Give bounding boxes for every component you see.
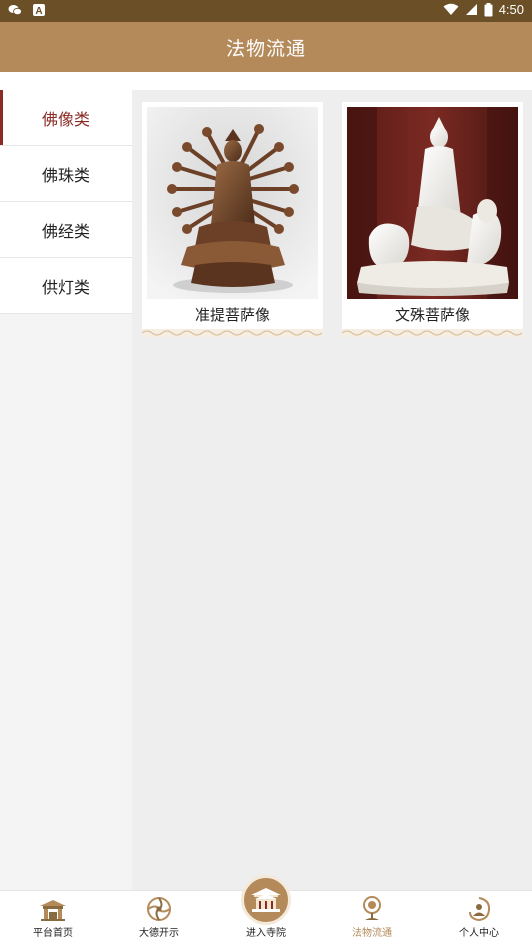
battery-icon xyxy=(484,2,493,16)
sidebar-item-prayer-beads[interactable]: 佛珠类 xyxy=(0,146,132,202)
tab-label: 大德开示 xyxy=(139,928,179,939)
font-app-icon: A xyxy=(33,4,45,17)
product-image xyxy=(147,107,318,299)
tab-personal-center[interactable]: 个人中心 xyxy=(426,891,532,945)
sidebar-item-buddha-statues[interactable]: 佛像类 xyxy=(0,90,132,146)
person-lotus-icon xyxy=(469,897,491,922)
svg-text:A: A xyxy=(35,6,42,17)
tab-label: 个人中心 xyxy=(459,928,499,939)
wifi-icon xyxy=(443,3,459,15)
sidebar-item-label: 佛珠类 xyxy=(41,165,90,185)
tab-master-teachings[interactable]: 大德开示 xyxy=(106,891,212,945)
wechat-icon xyxy=(8,5,22,16)
dharma-wheel-icon xyxy=(147,897,171,921)
decorative-wave-border xyxy=(142,329,323,337)
header-spacer xyxy=(0,72,532,90)
decorative-wave-border xyxy=(342,329,523,337)
category-sidebar: 佛像类 佛珠类 佛经类 供灯类 xyxy=(0,90,132,890)
page-title: 法物流通 xyxy=(225,37,306,60)
tab-dharma-items[interactable]: 法物流通 xyxy=(319,891,425,945)
tab-platform-home[interactable]: 平台首页 xyxy=(0,891,106,945)
sidebar-item-label: 供灯类 xyxy=(41,277,90,297)
product-card[interactable]: 文殊菩萨像 xyxy=(342,102,523,337)
tab-label: 平台首页 xyxy=(33,928,73,939)
sidebar-item-label: 佛像类 xyxy=(41,109,90,129)
enter-temple-button[interactable] xyxy=(241,875,291,925)
page-header: 法物流通 xyxy=(0,22,532,72)
palace-icon xyxy=(251,888,281,912)
sidebar-item-label: 佛经类 xyxy=(41,221,90,241)
tab-label: 进入寺院 xyxy=(246,928,286,939)
status-time: 4:50 xyxy=(498,2,524,17)
sidebar-item-offering-lamps[interactable]: 供灯类 xyxy=(0,258,132,314)
product-image xyxy=(347,107,518,299)
sidebar-item-sutras[interactable]: 佛经类 xyxy=(0,202,132,258)
prayer-wheel-icon xyxy=(363,896,381,920)
temple-gate-icon xyxy=(40,900,66,921)
product-name: 准提菩萨像 xyxy=(194,306,270,324)
tab-label: 法物流通 xyxy=(352,928,392,939)
product-name: 文殊菩萨像 xyxy=(394,306,470,324)
product-card[interactable]: 准提菩萨像 xyxy=(142,102,323,337)
status-bar: A 4:50 xyxy=(0,0,532,22)
product-grid: 准提菩萨像 文殊菩萨像 xyxy=(133,90,532,890)
signal-icon xyxy=(465,4,477,15)
